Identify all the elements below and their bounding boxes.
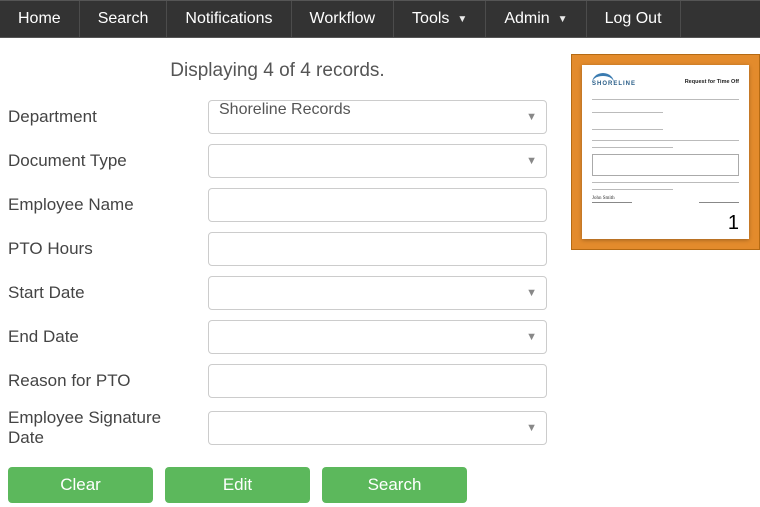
label-employee-name: Employee Name <box>8 195 208 215</box>
logo-text: SHORELINE <box>592 81 636 87</box>
nav-admin[interactable]: Admin ▼ <box>486 1 586 37</box>
caret-down-icon: ▼ <box>558 14 568 25</box>
nav-notifications-label: Notifications <box>185 10 272 28</box>
label-end-date: End Date <box>8 327 208 347</box>
nav-home-label: Home <box>18 10 61 28</box>
search-button[interactable]: Search <box>322 467 467 503</box>
doc-signature: John Smith <box>592 196 615 201</box>
nav-notifications[interactable]: Notifications <box>167 1 291 37</box>
search-form-panel: Displaying 4 of 4 records. Department Sh… <box>0 38 555 507</box>
label-document-type: Document Type <box>8 151 208 171</box>
nav-tools-label: Tools <box>412 10 449 28</box>
pto-hours-input[interactable] <box>208 232 547 266</box>
label-department: Department <box>8 107 208 127</box>
end-date-select[interactable] <box>208 320 547 354</box>
page-number: 1 <box>728 212 739 235</box>
label-sig-date: Employee Signature Date <box>8 408 208 449</box>
doc-body-lines <box>592 99 739 196</box>
edit-button[interactable]: Edit <box>165 467 310 503</box>
caret-down-icon: ▼ <box>457 14 467 25</box>
clear-button[interactable]: Clear <box>8 467 153 503</box>
document-type-select[interactable] <box>208 144 547 178</box>
document-thumbnail[interactable]: SHORELINE Request for Time Off John Smit… <box>582 65 749 239</box>
department-select[interactable]: Shoreline Records <box>208 100 547 134</box>
nav-logout[interactable]: Log Out <box>587 1 681 37</box>
nav-search[interactable]: Search <box>80 1 168 37</box>
label-pto-hours: PTO Hours <box>8 239 208 259</box>
nav-workflow-label: Workflow <box>310 10 376 28</box>
reason-input[interactable] <box>208 364 547 398</box>
nav-tools[interactable]: Tools ▼ <box>394 1 486 37</box>
nav-search-label: Search <box>98 10 149 28</box>
nav-admin-label: Admin <box>504 10 549 28</box>
employee-name-input[interactable] <box>208 188 547 222</box>
label-start-date: Start Date <box>8 283 208 303</box>
doc-title: Request for Time Off <box>685 79 739 85</box>
nav-home[interactable]: Home <box>0 1 80 37</box>
document-preview-panel: SHORELINE Request for Time Off John Smit… <box>571 54 760 250</box>
navbar: Home Search Notifications Workflow Tools… <box>0 0 760 38</box>
nav-logout-label: Log Out <box>605 10 662 28</box>
nav-workflow[interactable]: Workflow <box>292 1 395 37</box>
sig-date-select[interactable] <box>208 411 547 445</box>
record-count: Displaying 4 of 4 records. <box>8 60 547 82</box>
start-date-select[interactable] <box>208 276 547 310</box>
label-reason: Reason for PTO <box>8 371 208 391</box>
